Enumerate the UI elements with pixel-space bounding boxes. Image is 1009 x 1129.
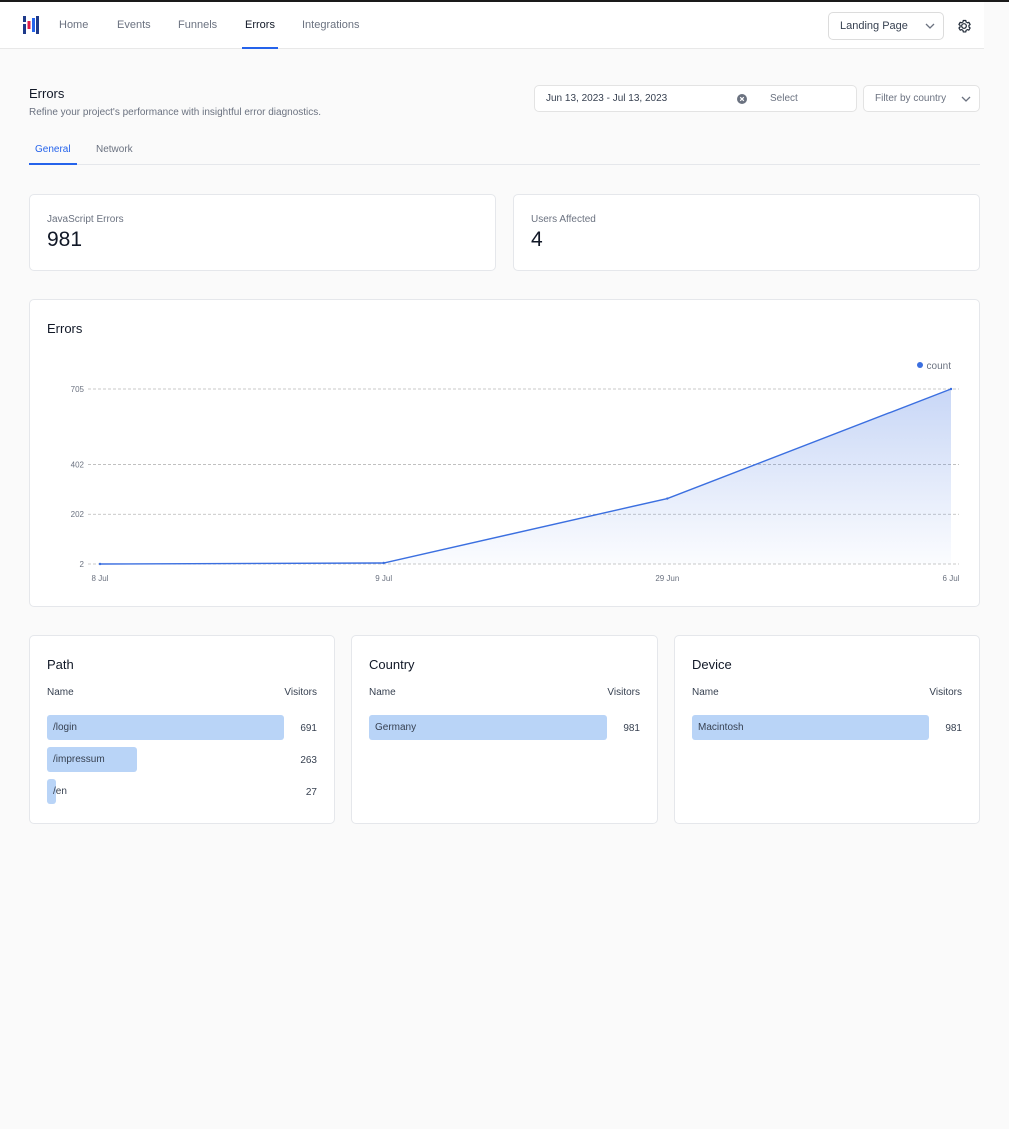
- table-row[interactable]: Germany: [369, 715, 607, 740]
- x-tick-label: 8 Jul: [92, 574, 109, 583]
- errors-area-chart: 2 202 402 705 8 Jul 9 Jul 29 Jun 6 Jul: [71, 385, 960, 583]
- series-area: [100, 389, 951, 564]
- kpi-label: JavaScript Errors: [47, 214, 124, 225]
- page-subtitle: Refine your project's performance with i…: [29, 107, 322, 118]
- column-header-visitors: Visitors: [607, 687, 640, 698]
- y-tick-label: 705: [71, 385, 85, 394]
- preset-select[interactable]: Select: [759, 85, 857, 112]
- row-name: Germany: [375, 722, 417, 733]
- nav-link-home[interactable]: Home: [59, 2, 88, 49]
- x-tick-label: 9 Jul: [375, 574, 392, 583]
- nav-link-errors[interactable]: Errors: [242, 2, 278, 49]
- y-tick-label: 202: [71, 510, 85, 519]
- date-range-picker[interactable]: Jun 13, 2023 - Jul 13, 2023: [534, 85, 760, 112]
- data-point[interactable]: [98, 562, 102, 566]
- tab-general[interactable]: General: [29, 138, 77, 165]
- data-point[interactable]: [666, 497, 669, 500]
- column-header-visitors: Visitors: [929, 687, 962, 698]
- country-table-card: Country Name Visitors Germany 981: [351, 635, 658, 824]
- country-filter-placeholder: Filter by country: [875, 93, 947, 104]
- row-visitors: 691: [300, 723, 317, 734]
- kpi-card-users-affected: Users Affected 4: [513, 194, 980, 271]
- column-header-visitors: Visitors: [284, 687, 317, 698]
- kpi-card-javascript-errors: JavaScript Errors 981: [29, 194, 496, 271]
- row-name: /en: [53, 786, 67, 797]
- kpi-value: 4: [531, 228, 543, 251]
- row-name: /impressum: [53, 754, 105, 765]
- row-visitors: 981: [945, 723, 962, 734]
- table-title: Device: [692, 657, 732, 672]
- tab-network[interactable]: Network: [96, 138, 133, 164]
- top-navigation: Home Events Funnels Errors Integrations …: [0, 2, 984, 49]
- table-row[interactable]: Macintosh: [692, 715, 929, 740]
- bar-logo-icon[interactable]: [23, 16, 39, 34]
- row-bar: [47, 715, 284, 740]
- page-title: Errors: [29, 86, 65, 101]
- row-visitors: 263: [300, 755, 317, 766]
- chevron-down-icon: [961, 96, 971, 102]
- project-select[interactable]: Landing Page: [828, 12, 944, 40]
- tab-bar: General Network: [29, 138, 980, 165]
- errors-chart-card: Errors count 2 202 402 705 8 Jul 9 Jul 29 Jun 6…: [29, 299, 980, 607]
- column-header-name: Name: [47, 687, 74, 698]
- path-table-card: Path Name Visitors/login 691/impressum 263/e…: [29, 635, 335, 824]
- table-title: Country: [369, 657, 415, 672]
- nav-link-integrations[interactable]: Integrations: [302, 2, 359, 49]
- nav-link-events[interactable]: Events: [117, 2, 151, 49]
- clear-icon[interactable]: [737, 94, 747, 104]
- nav-link-funnels[interactable]: Funnels: [178, 2, 217, 49]
- chevron-down-icon: [925, 23, 935, 29]
- table-row[interactable]: /impressum: [47, 747, 284, 772]
- column-header-name: Name: [369, 687, 396, 698]
- row-name: Macintosh: [698, 722, 744, 733]
- kpi-value: 981: [47, 228, 83, 251]
- row-visitors: 27: [305, 787, 317, 798]
- table-row[interactable]: /en: [47, 779, 284, 804]
- table-row[interactable]: /login: [47, 715, 284, 740]
- row-name: /login: [53, 722, 77, 733]
- data-point[interactable]: [382, 561, 385, 565]
- row-visitors: 981: [623, 723, 640, 734]
- x-tick-label: 29 Jun: [655, 574, 679, 583]
- project-select-value: Landing Page: [840, 20, 908, 32]
- y-tick-label: 2: [80, 560, 85, 569]
- table-title: Path: [47, 657, 74, 672]
- data-point[interactable]: [949, 387, 953, 391]
- gear-icon[interactable]: [956, 18, 972, 34]
- country-filter-select[interactable]: Filter by country: [863, 85, 980, 112]
- device-table-card: Device Name Visitors Macintosh 981: [674, 635, 980, 824]
- column-header-name: Name: [692, 687, 719, 698]
- y-tick-label: 402: [71, 460, 85, 469]
- preset-select-placeholder: Select: [770, 93, 798, 104]
- x-tick-label: 6 Jul: [943, 574, 960, 583]
- date-range-value: Jun 13, 2023 - Jul 13, 2023: [546, 93, 668, 104]
- kpi-label: Users Affected: [531, 214, 596, 225]
